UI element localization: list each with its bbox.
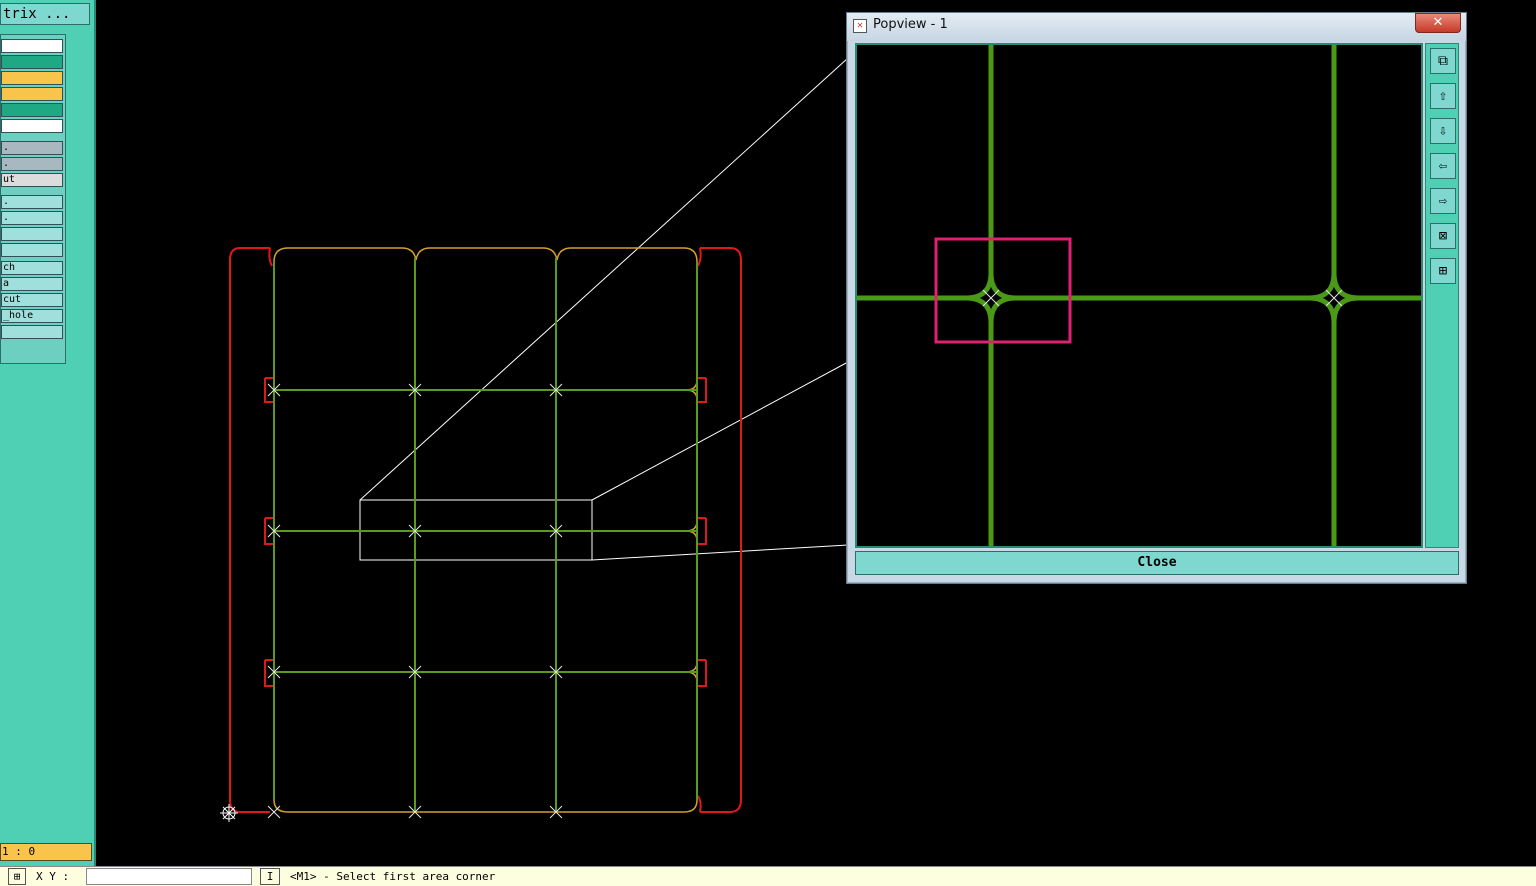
popview-toolbar: ⧉ ⇧ ⇩ ⇦ ⇨ ⊠ ⊞ <box>1425 43 1459 548</box>
layer-row[interactable] <box>1 71 63 85</box>
selection-highlight[interactable] <box>934 237 1072 344</box>
mode-indicator[interactable]: I <box>260 868 280 885</box>
layer-label: a <box>3 278 10 289</box>
layer-row[interactable]: . <box>1 195 63 209</box>
layer-row[interactable]: ch <box>1 261 63 275</box>
layer-row[interactable] <box>1 55 63 69</box>
layer-row[interactable]: . <box>1 211 63 225</box>
pan-left-icon[interactable]: ⇦ <box>1430 153 1456 179</box>
layer-row[interactable] <box>1 325 63 339</box>
layer-row[interactable]: cut <box>1 293 63 307</box>
layer-row[interactable] <box>1 39 63 53</box>
layer-row[interactable]: ut <box>1 173 63 187</box>
grid-traces <box>273 258 698 812</box>
window-close-button[interactable]: ✕ <box>1415 13 1461 33</box>
layer-row[interactable]: _hole <box>1 309 63 323</box>
layer-label: . <box>3 158 10 169</box>
layer-label: . <box>3 142 10 153</box>
popview-window[interactable]: ✕ Popview - 1 ✕ ⧉ ⇧ ⇩ ⇦ ⇨ ⊠ ⊞ Close <box>846 12 1467 584</box>
layer-row[interactable] <box>1 119 63 133</box>
popview-titlebar[interactable]: ✕ Popview - 1 ✕ <box>847 13 1466 41</box>
layer-label: ch <box>3 262 16 273</box>
layer-label: _hole <box>3 310 34 321</box>
coordinate-readout: 1 : 0 <box>0 843 92 861</box>
status-bar: ⊞ X Y : I <M1> - Select first area corne… <box>0 866 1536 886</box>
xy-input[interactable] <box>86 868 252 885</box>
layer-row[interactable] <box>1 103 63 117</box>
layer-panel: trix ... . . ut . . ch a cut _hole 1 : 0 <box>0 0 96 866</box>
layer-label: . <box>3 212 10 223</box>
layer-label: . <box>3 196 10 207</box>
layer-row[interactable] <box>1 243 63 257</box>
layer-row[interactable] <box>1 87 63 101</box>
grid-toggle-icon[interactable]: ⊞ <box>8 868 26 885</box>
zoom-projection-lines <box>359 57 849 561</box>
layer-row[interactable]: . <box>1 141 63 155</box>
panel-title-button[interactable]: trix ... <box>0 3 90 25</box>
close-button[interactable]: Close <box>855 551 1459 575</box>
layer-row[interactable] <box>1 227 63 241</box>
popview-viewport[interactable] <box>855 43 1423 548</box>
zoom-fit-icon[interactable]: ⧉ <box>1430 48 1456 74</box>
layer-label: ut <box>3 174 16 185</box>
layer-list: . . ut . . ch a cut _hole <box>0 34 66 364</box>
layer-row[interactable]: . <box>1 157 63 171</box>
zoom-in-icon[interactable]: ⊠ <box>1430 223 1456 249</box>
layer-label: cut <box>3 294 22 305</box>
popview-title: Popview - 1 <box>873 17 948 32</box>
pan-right-icon[interactable]: ⇨ <box>1430 188 1456 214</box>
origin-marker-icon <box>220 804 238 822</box>
layer-row[interactable]: a <box>1 277 63 291</box>
pan-up-icon[interactable]: ⇧ <box>1430 83 1456 109</box>
app-icon: ✕ <box>853 19 867 33</box>
popview-zoom-canvas[interactable] <box>857 45 1421 546</box>
zoom-out-icon[interactable]: ⊞ <box>1430 258 1456 284</box>
xy-label: X Y : <box>36 870 70 883</box>
command-prompt: <M1> - Select first area corner <box>290 870 496 883</box>
pan-down-icon[interactable]: ⇩ <box>1430 118 1456 144</box>
